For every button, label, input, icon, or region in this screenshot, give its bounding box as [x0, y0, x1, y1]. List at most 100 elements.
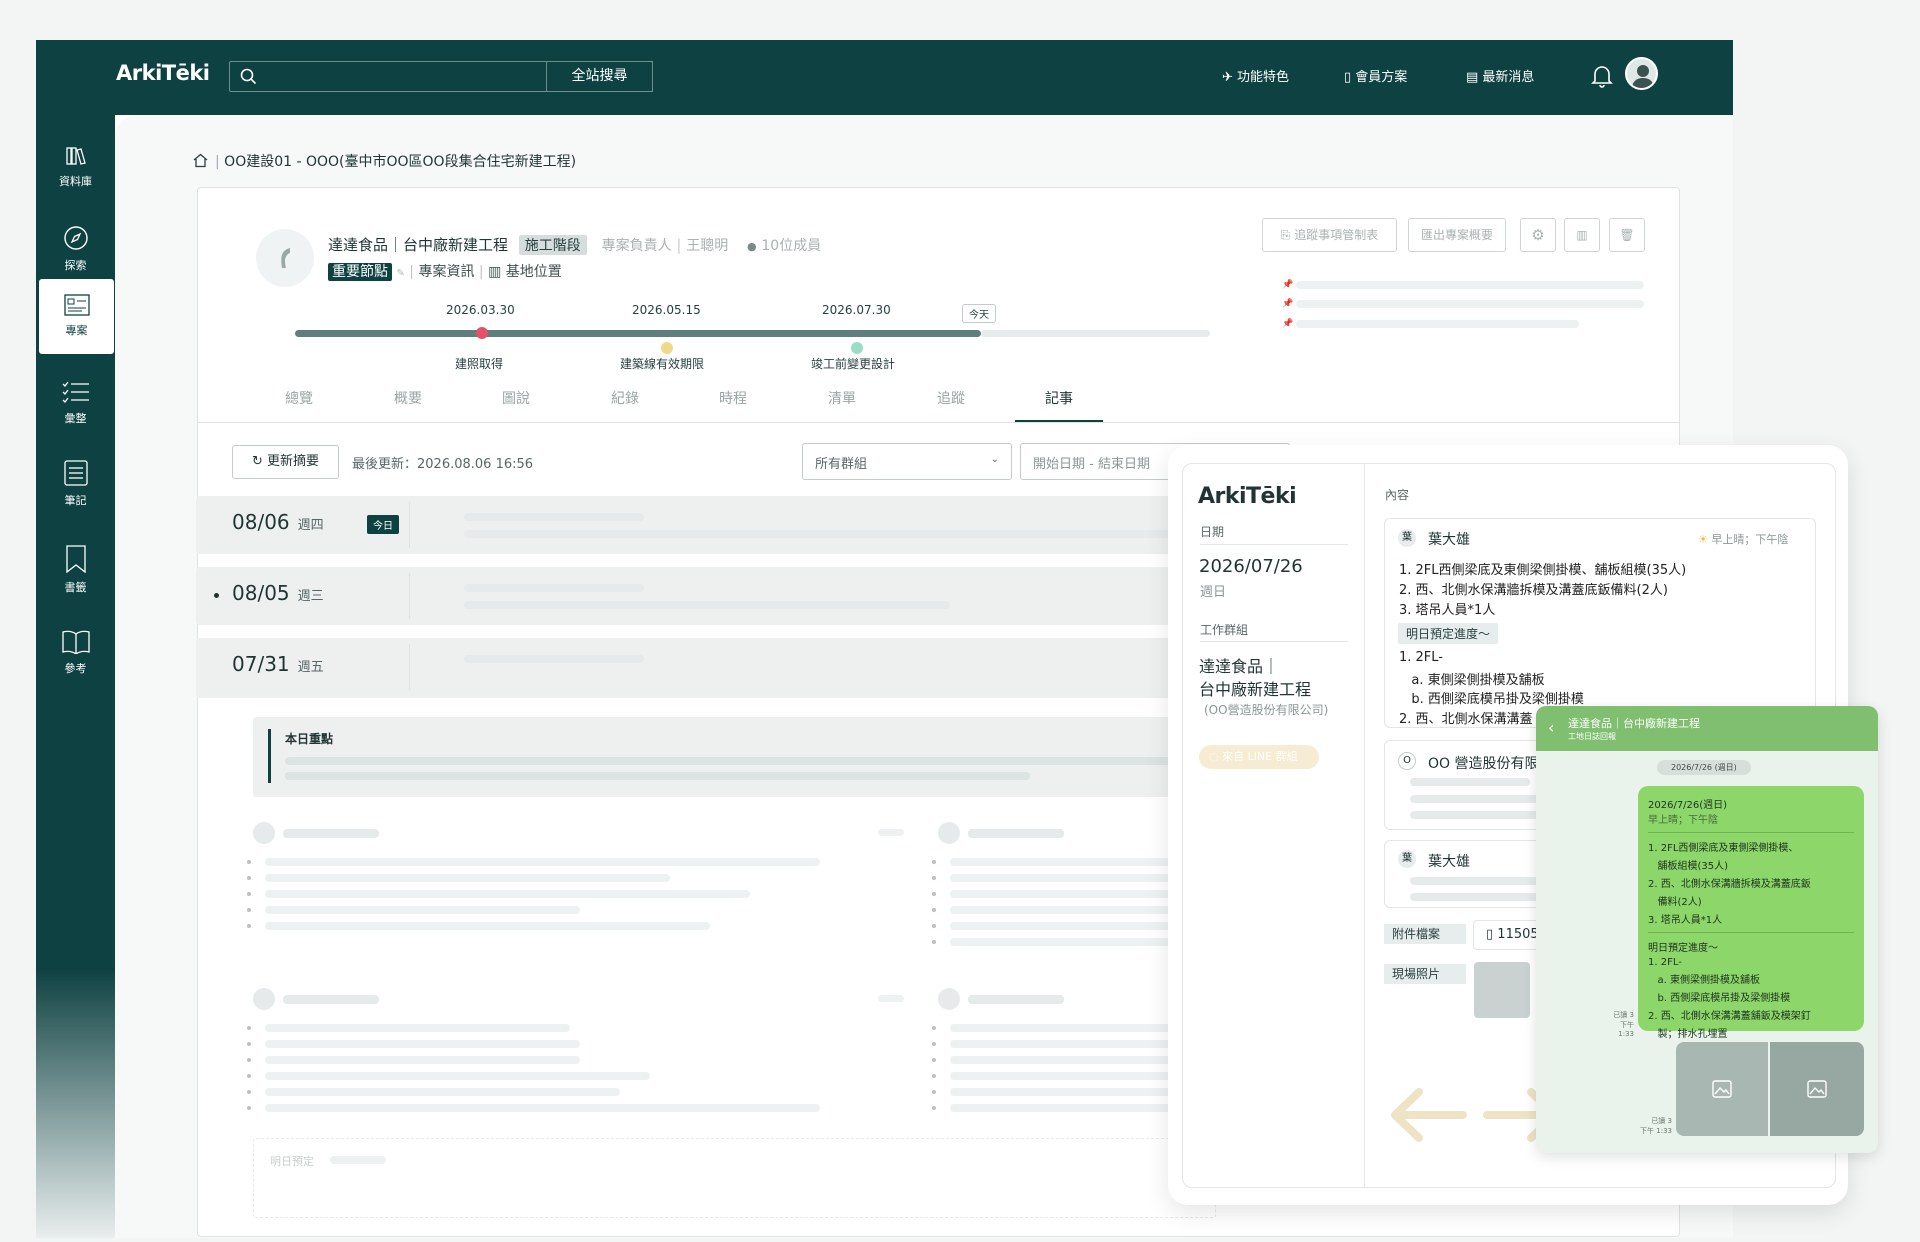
content-placeholder	[1410, 811, 1540, 819]
settings-icon[interactable]: ⚙	[1520, 218, 1556, 252]
tab-schedule[interactable]: 時程	[719, 388, 747, 408]
focus-placeholder	[285, 772, 1030, 780]
refresh-summary-button[interactable]: ↻ 更新摘要	[232, 445, 339, 479]
placeholder-title	[283, 829, 379, 838]
today-focus-title: 本日重點	[285, 732, 334, 746]
member-count[interactable]: 10位成員	[761, 238, 821, 254]
home-icon[interactable]	[193, 153, 208, 168]
placeholder-meta	[878, 829, 904, 836]
chat-image[interactable]	[1770, 1042, 1864, 1136]
bullet	[247, 1026, 251, 1030]
journal-entry-expanded[interactable]: 07/31 週五	[196, 638, 1216, 698]
placeholder-line	[265, 858, 820, 866]
content-line: 2. 西、北側水保溝牆拆模及溝蓋底鈑備料(2人)	[1399, 583, 1668, 598]
author-name: 葉大雄	[1428, 532, 1470, 548]
author-name: OO 營造股份有限	[1428, 756, 1539, 772]
chat-title: 達達食品｜台中廠新建工程	[1568, 717, 1700, 730]
journal-entry[interactable]: 08/05 週三	[196, 567, 1216, 625]
content-placeholder	[1410, 877, 1540, 885]
project-name: 達達食品｜台中廠新建工程	[328, 236, 509, 254]
sidebar-item-reference[interactable]: 參考	[36, 630, 115, 676]
sidebar: 資料庫 探索 專案 彙整 筆記 書籤 參考	[36, 115, 115, 1238]
divider	[1364, 464, 1365, 1187]
sidebar-item-label: 探索	[64, 259, 87, 272]
entry-date: 08/06 週四	[232, 510, 324, 534]
manager-name: 王聰明	[686, 238, 729, 254]
project-subheader: 重要節點 ✎ | 專案資訊 | ▥ 基地位置	[328, 261, 562, 281]
line-source-badge: ◌ 來自 LINE 群組	[1199, 745, 1319, 769]
document-icon: ▯	[1344, 70, 1356, 85]
bookmark-icon	[65, 545, 86, 573]
search-box[interactable]: 全站搜尋	[229, 61, 653, 92]
placeholder-meta	[878, 995, 904, 1002]
placeholder-title	[968, 829, 1064, 838]
book-icon	[61, 630, 90, 654]
detail-weekday: 週日	[1200, 585, 1227, 600]
placeholder-line	[265, 1088, 620, 1096]
project-info-link[interactable]: 專案資訊	[418, 264, 474, 280]
tab-overview[interactable]: 總覽	[285, 388, 313, 408]
sidebar-item-summary[interactable]: 彙整	[36, 380, 115, 426]
export-summary-button[interactable]: 匯出專案概要	[1408, 218, 1506, 252]
tabs-divider	[198, 422, 1679, 423]
pinned-item-placeholder	[1296, 281, 1644, 289]
author-name: 葉大雄	[1428, 854, 1470, 870]
sidebar-item-library[interactable]: 資料庫	[36, 145, 115, 189]
tab-journal[interactable]: 記事	[1045, 388, 1073, 408]
focus-placeholder	[285, 757, 1216, 765]
next-progress-tag: 明日預定進度～	[1398, 623, 1499, 644]
bullet	[932, 892, 936, 896]
logo-icon	[281, 248, 290, 268]
journal-entry[interactable]: 08/06 週四 今日	[196, 496, 1216, 554]
breadcrumb[interactable]: | OO建設01 - OOO(臺中市OO區OO段集合住宅新建工程)	[215, 151, 576, 171]
detail-logo: ArkiTēki	[1198, 484, 1297, 509]
tab-drawings[interactable]: 圖說	[502, 388, 530, 408]
bullet	[932, 860, 936, 864]
sidebar-item-bookmarks[interactable]: 書籤	[36, 545, 115, 595]
tab-summary[interactable]: 概要	[394, 388, 422, 408]
milestone-dot[interactable]	[476, 327, 488, 339]
read-receipt: 已讀 3 下午 1:33	[1640, 1117, 1672, 1135]
tab-list[interactable]: 清單	[828, 388, 856, 408]
sidebar-item-notes[interactable]: 筆記	[36, 460, 115, 508]
site-location-link[interactable]: 基地位置	[506, 264, 562, 280]
project-avatar	[256, 229, 314, 287]
placeholder-line	[265, 1104, 820, 1112]
bullet	[932, 1074, 936, 1078]
back-icon[interactable]: ‹	[1548, 718, 1554, 737]
milestone-dot[interactable]	[661, 342, 673, 354]
map-icon: ▥	[488, 264, 502, 280]
edit-icon[interactable]: ✎	[396, 268, 404, 279]
tab-tracking[interactable]: 追蹤	[937, 388, 965, 408]
chart-icon[interactable]: ▥	[1564, 218, 1600, 252]
tab-records[interactable]: 紀錄	[611, 388, 639, 408]
divider	[1200, 544, 1348, 545]
divider	[1200, 641, 1348, 642]
timeline	[295, 330, 1210, 337]
content-line: b. 西側梁底模吊掛及梁側掛模	[1399, 692, 1584, 707]
milestone-tag[interactable]: 重要節點	[328, 263, 392, 281]
chat-image[interactable]	[1676, 1042, 1768, 1136]
line-chat-header: ‹ 達達食品｜台中廠新建工程 工地日誌回報	[1536, 706, 1878, 751]
avatar[interactable]	[1625, 57, 1658, 90]
content-line: 1. 2FL-	[1399, 650, 1443, 665]
sidebar-item-explore[interactable]: 探索	[36, 225, 115, 273]
nav-membership[interactable]: ▯ 會員方案	[1344, 66, 1407, 85]
trash-icon[interactable]: 🗑	[1609, 218, 1645, 252]
chat-icon: ◌	[1209, 750, 1223, 763]
sidebar-item-label: 筆記	[64, 494, 87, 507]
unread-dot	[214, 593, 219, 598]
sidebar-item-projects[interactable]: 專案	[39, 279, 114, 354]
search-button[interactable]: 全站搜尋	[546, 61, 653, 92]
nav-news[interactable]: ▤ 最新消息	[1466, 66, 1534, 85]
nav-features[interactable]: ✈ 功能特色	[1222, 66, 1289, 85]
milestone-label: 建築線有效期限	[620, 357, 705, 371]
photo-thumbnail[interactable]	[1474, 962, 1530, 1018]
stage-badge: 施工階段	[518, 235, 587, 255]
placeholder-avatar	[253, 988, 275, 1010]
bell-icon[interactable]	[1591, 64, 1613, 88]
milestone-dot[interactable]	[851, 342, 863, 354]
group-select[interactable]: 所有群組 ⌄	[802, 443, 1012, 480]
tracking-sheet-button[interactable]: ⎘ 追蹤事項管制表	[1262, 218, 1397, 252]
author-avatar: O	[1398, 752, 1416, 770]
